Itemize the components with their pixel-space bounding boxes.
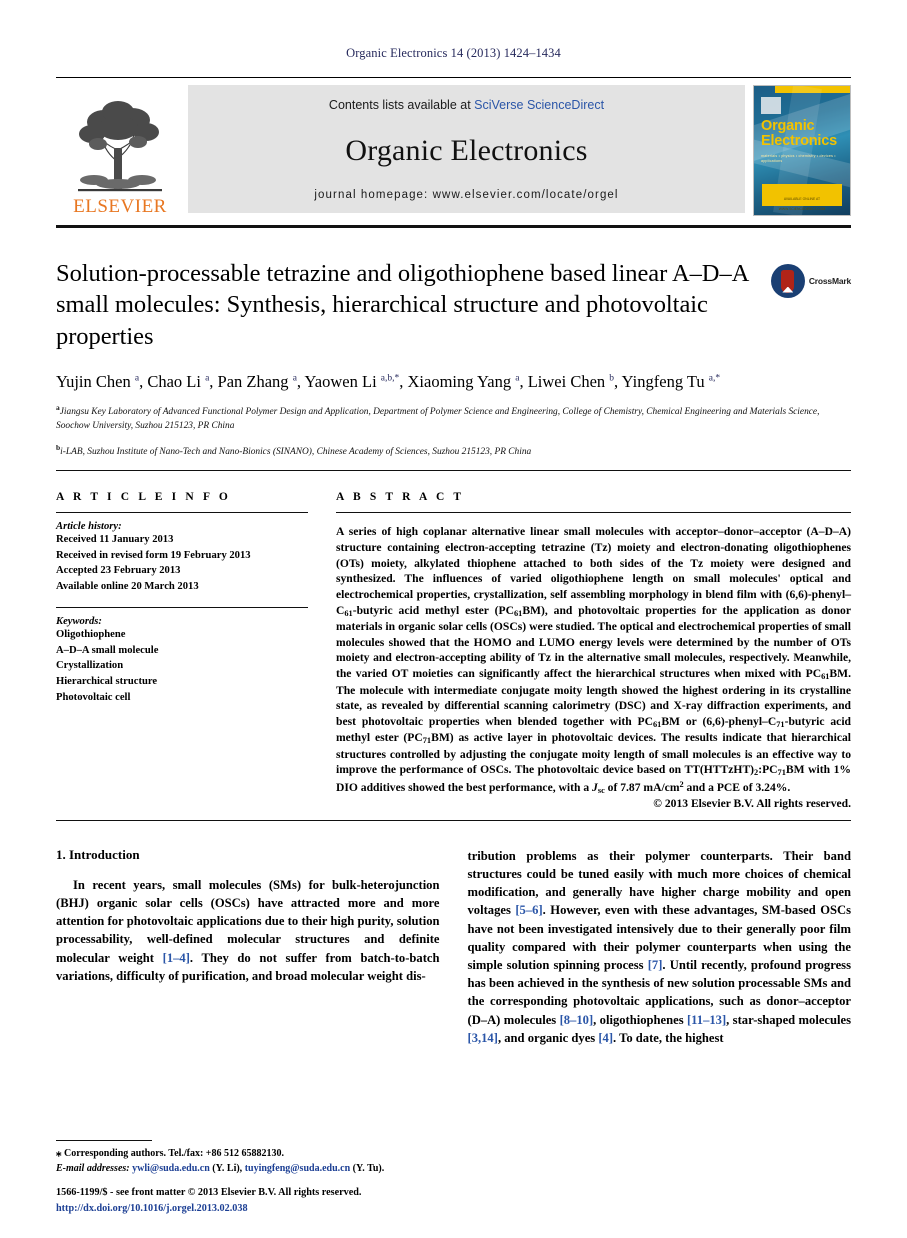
citation-link[interactable]: [11–13]	[687, 1013, 726, 1027]
doi-link[interactable]: http://dx.doi.org/10.1016/j.orgel.2013.0…	[56, 1201, 476, 1216]
article-history-label: Article history:	[56, 521, 122, 533]
crossmark-icon	[770, 264, 805, 298]
crossmark-badge[interactable]: CrossMark	[770, 264, 851, 298]
article-info-heading: A R T I C L E I N F O	[56, 491, 231, 504]
corresponding-author-footnote: ⁎ Corresponding authors. Tel./fax: +86 5…	[56, 1139, 452, 1176]
history-item: Accepted 23 February 2013	[56, 565, 181, 577]
issn-line: 1566-1199/$ - see front matter © 2013 El…	[56, 1187, 362, 1199]
cover-footer-text: AVAILABLE ONLINE AT WWW.SCIENCEDIRECT.CO…	[778, 197, 826, 211]
citation-link[interactable]: [1–4]	[163, 951, 190, 965]
journal-banner: Contents lists available at SciVerse Sci…	[188, 85, 745, 213]
author-item[interactable]: Yujin Chen a	[56, 372, 139, 391]
crossmark-label: CrossMark	[808, 276, 851, 286]
cover-title: Organic Electronics	[761, 118, 837, 150]
masthead-bottom-rule	[56, 225, 851, 228]
imprint-block: 1566-1199/$ - see front matter © 2013 El…	[56, 1185, 476, 1216]
email-link[interactable]: ywli@suda.edu.cn	[132, 1163, 210, 1174]
running-head: Organic Electronics 14 (2013) 1424–1434	[346, 46, 561, 60]
history-item: Received in revised form 19 February 201…	[56, 549, 251, 561]
intro-paragraph-right: tribution problems as their polymer coun…	[467, 848, 852, 1045]
history-item: Available online 20 March 2013	[56, 580, 199, 592]
title-block: Solution-processable tetrazine and oligo…	[56, 258, 851, 352]
author-item[interactable]: Xiaoming Yang a	[408, 372, 520, 391]
paper-page: Organic Electronics 14 (2013) 1424–1434	[0, 0, 907, 1238]
elsevier-wordmark: ELSEVIER	[73, 196, 167, 217]
elsevier-logo: ELSEVIER	[56, 85, 184, 218]
affiliation-a: aJiangsu Key Laboratory of Advanced Func…	[56, 402, 820, 431]
citation-link[interactable]: [3,14]	[468, 1031, 498, 1045]
citation-link[interactable]: [8–10]	[560, 1013, 594, 1027]
author-list: Yujin Chen a, Chao Li a, Pan Zhang a, Ya…	[56, 372, 721, 392]
journal-title: Organic Electronics	[345, 133, 588, 167]
citation-link[interactable]: [4]	[598, 1031, 613, 1045]
abstract-bottom-rule	[56, 819, 851, 821]
cover-elsevier-mark	[761, 97, 781, 114]
author-item[interactable]: Chao Li a	[147, 372, 209, 391]
abstract-column: A B S T R A C T A series of high coplana…	[336, 491, 851, 810]
abstract-copyright: © 2013 Elsevier B.V. All rights reserved…	[653, 796, 851, 810]
section-heading-introduction: 1. Introduction	[56, 846, 140, 862]
author-item[interactable]: Yaowen Li a,b,*	[305, 372, 400, 391]
history-item: Received 11 January 2013	[56, 534, 174, 546]
email-link[interactable]: tuyingfeng@suda.edu.cn	[245, 1163, 350, 1174]
citation-link[interactable]: [5–6]	[515, 903, 542, 917]
abstract-text: A series of high coplanar alternative li…	[336, 525, 852, 795]
intro-paragraph-left: In recent years, small molecules (SMs) f…	[56, 877, 440, 983]
contents-line: Contents lists available at SciVerse Sci…	[329, 98, 604, 112]
sciencedirect-link[interactable]: SciVerse ScienceDirect	[474, 98, 604, 112]
author-item[interactable]: Yingfeng Tu a,*	[622, 372, 720, 391]
cover-subtitle: materials • physics • chemistry • device…	[761, 154, 836, 164]
corresponding-author-line: ⁎ Corresponding authors. Tel./fax: +86 5…	[56, 1146, 284, 1159]
article-info-column: A R T I C L E I N F O Article history: R…	[56, 491, 308, 810]
body-column-right: tribution problems as their polymer coun…	[468, 847, 852, 1047]
abstract-heading: A B S T R A C T	[336, 491, 465, 504]
keywords-label: Keywords:	[56, 616, 102, 628]
contents-prefix: Contents lists available at	[328, 98, 475, 112]
header-bottom-rule	[56, 470, 851, 472]
info-abstract-row: A R T I C L E I N F O Article history: R…	[56, 491, 851, 810]
citation-link[interactable]: [7]	[648, 958, 663, 972]
journal-homepage[interactable]: journal homepage: www.elsevier.com/locat…	[314, 189, 618, 201]
journal-masthead: ELSEVIER Contents lists available at Sci…	[56, 77, 851, 225]
keyword-item: Photovoltaic cell	[56, 691, 131, 703]
journal-cover-thumbnail: Organic Electronics materials • physics •…	[753, 85, 851, 216]
author-item[interactable]: Pan Zhang a	[218, 372, 297, 391]
elsevier-tree-icon	[78, 101, 162, 192]
affiliation-b: bi-LAB, Suzhou Institute of Nano-Tech an…	[56, 442, 532, 457]
keyword-item: A–D–A small molecule	[56, 644, 159, 656]
keyword-item: Oligothiophene	[56, 629, 126, 641]
author-item[interactable]: Liwei Chen b	[528, 372, 614, 391]
keyword-item: Hierarchical structure	[56, 676, 158, 688]
email-line: E-mail addresses: ywli@suda.edu.cn (Y. L…	[56, 1162, 385, 1174]
body-column-left: 1. Introduction In recent years, small m…	[56, 847, 440, 1047]
keyword-item: Crystallization	[56, 660, 124, 672]
body-columns: 1. Introduction In recent years, small m…	[56, 847, 851, 1047]
page-title: Solution-processable tetrazine and oligo…	[56, 260, 748, 350]
